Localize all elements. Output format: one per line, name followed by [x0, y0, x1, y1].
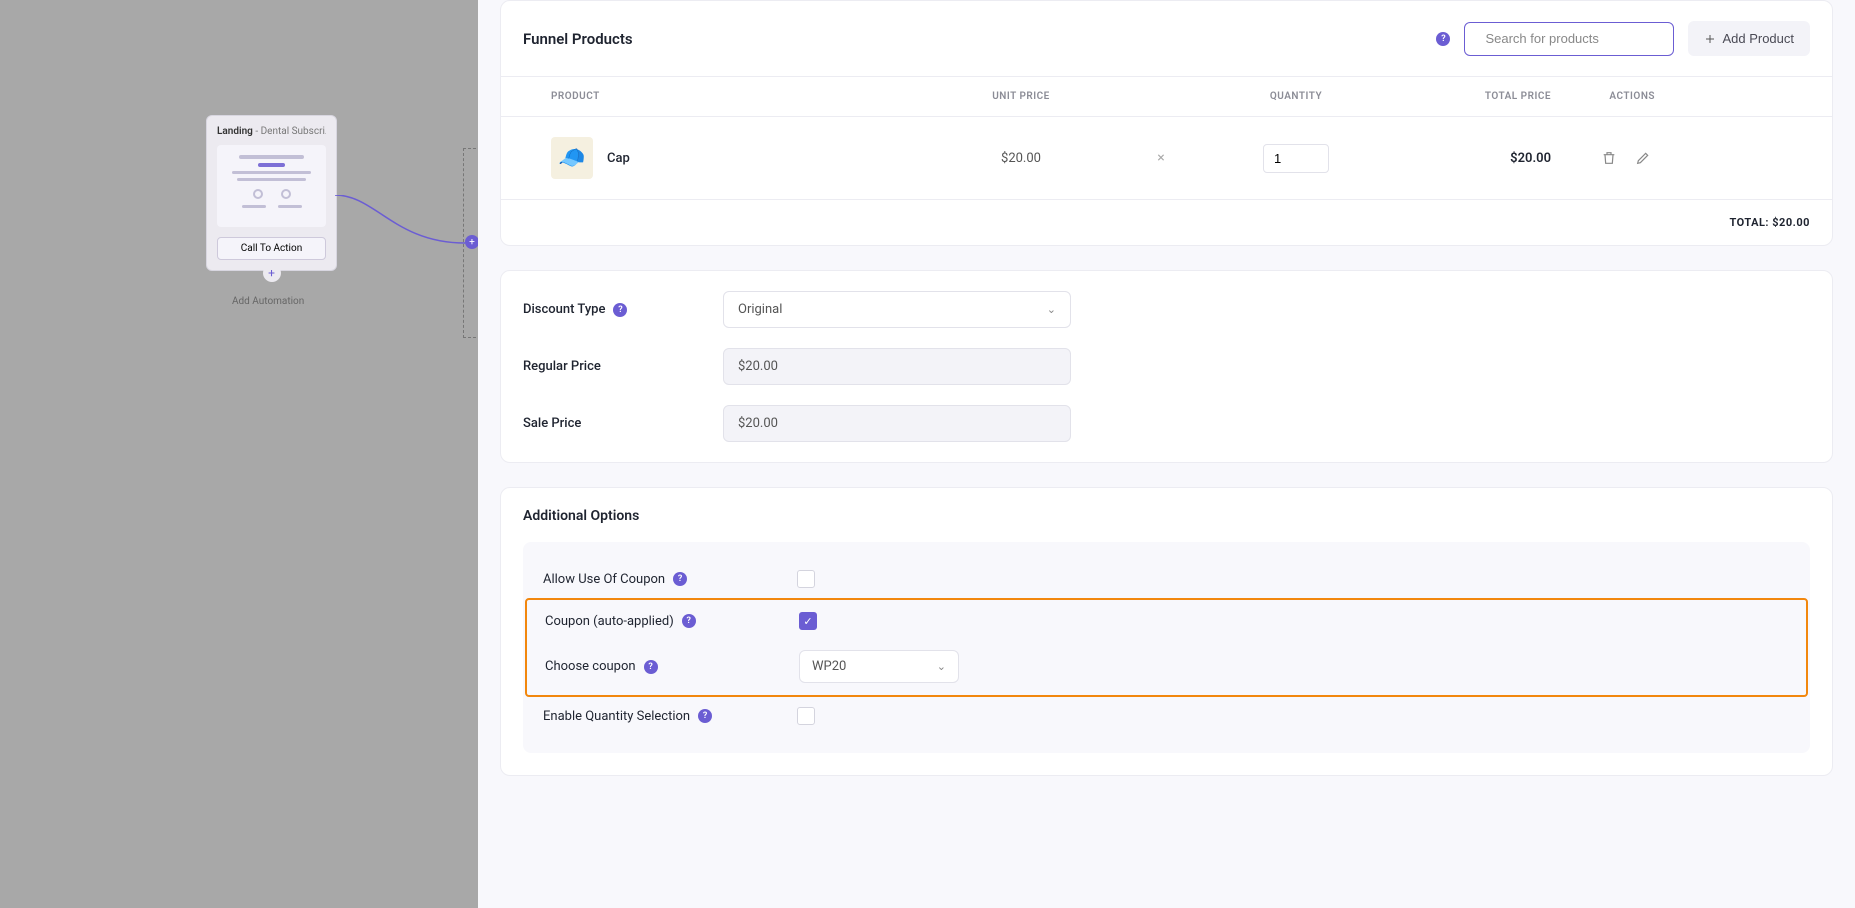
chevron-down-icon: ⌄	[937, 660, 946, 673]
enable-qty-label: Enable Quantity Selection ?	[543, 709, 797, 724]
quantity-input[interactable]	[1263, 144, 1329, 173]
add-product-label: Add Product	[1722, 31, 1794, 46]
coupon-auto-label: Coupon (auto-applied) ?	[545, 614, 799, 629]
sale-price-label: Sale Price	[523, 416, 723, 431]
product-image: 🧢	[551, 137, 593, 179]
coupon-value: WP20	[812, 659, 846, 674]
col-product: PRODUCT	[551, 91, 931, 102]
call-to-action-button[interactable]: Call To Action	[217, 237, 326, 260]
help-icon[interactable]: ?	[1436, 32, 1450, 46]
allow-coupon-checkbox[interactable]	[797, 570, 815, 588]
table-row: 🧢 Cap $20.00 × $20.00	[501, 117, 1832, 200]
help-icon[interactable]: ?	[673, 572, 687, 586]
node-title-main: Landing	[217, 126, 253, 137]
additional-options-title: Additional Options	[501, 488, 1832, 542]
regular-price-field: $20.00	[723, 348, 1071, 385]
allow-coupon-label: Allow Use Of Coupon ?	[543, 572, 797, 587]
settings-panel: Funnel Products ? Add Product PRODUCT UN…	[478, 0, 1855, 908]
pencil-icon	[1635, 150, 1651, 166]
table-total: TOTAL: $20.00	[501, 200, 1832, 245]
enable-qty-checkbox[interactable]	[797, 707, 815, 725]
row-total: $20.00	[1381, 151, 1551, 166]
help-icon[interactable]: ?	[644, 660, 658, 674]
plus-icon	[1704, 33, 1716, 45]
col-actions: ACTIONS	[1551, 91, 1655, 102]
trash-icon	[1601, 150, 1617, 166]
funnel-products-card: Funnel Products ? Add Product PRODUCT UN…	[500, 0, 1833, 246]
coupon-select[interactable]: WP20 ⌄	[799, 650, 959, 683]
add-step-plus-icon[interactable]: +	[263, 264, 281, 282]
node-title: Landing - Dental Subscri...	[217, 126, 326, 137]
multiply-icon: ×	[1111, 150, 1211, 166]
additional-options-card: Additional Options Allow Use Of Coupon ?…	[500, 487, 1833, 776]
coupon-auto-checkbox[interactable]: ✓	[799, 612, 817, 630]
product-table-header: PRODUCT UNIT PRICE QUANTITY TOTAL PRICE …	[501, 77, 1832, 117]
unit-price: $20.00	[931, 151, 1111, 166]
sale-price-field: $20.00	[723, 405, 1071, 442]
col-total: TOTAL PRICE	[1381, 91, 1551, 102]
node-subtitle: - Dental Subscri...	[253, 126, 326, 137]
chevron-down-icon: ⌄	[1047, 303, 1056, 316]
discount-card: Discount Type ? Original ⌄ Regular Price…	[500, 270, 1833, 463]
col-quantity: QUANTITY	[1211, 91, 1381, 102]
discount-type-select[interactable]: Original ⌄	[723, 291, 1071, 328]
discount-type-label: Discount Type ?	[523, 302, 723, 317]
funnel-canvas: Landing - Dental Subscri... Call To Acti…	[0, 0, 478, 908]
col-unit-price: UNIT PRICE	[931, 91, 1111, 102]
connector-line	[335, 195, 475, 255]
node-thumbnail	[217, 145, 326, 227]
add-to-drop-zone-icon[interactable]: +	[465, 235, 479, 249]
landing-node[interactable]: Landing - Dental Subscri... Call To Acti…	[206, 115, 337, 271]
search-input[interactable]	[1485, 31, 1661, 46]
edit-row-button[interactable]	[1631, 146, 1655, 170]
product-search[interactable]	[1464, 22, 1674, 56]
add-automation-link[interactable]: Add Automation	[232, 296, 304, 307]
discount-type-value: Original	[738, 302, 782, 317]
help-icon[interactable]: ?	[613, 303, 627, 317]
help-icon[interactable]: ?	[698, 709, 712, 723]
product-name: Cap	[607, 151, 630, 166]
help-icon[interactable]: ?	[682, 614, 696, 628]
coupon-highlight: Coupon (auto-applied) ? ✓ Choose coupon …	[525, 598, 1808, 697]
choose-coupon-label: Choose coupon ?	[545, 659, 799, 674]
add-product-button[interactable]: Add Product	[1688, 21, 1810, 56]
regular-price-label: Regular Price	[523, 359, 723, 374]
delete-row-button[interactable]	[1597, 146, 1621, 170]
funnel-products-title: Funnel Products	[523, 30, 633, 48]
